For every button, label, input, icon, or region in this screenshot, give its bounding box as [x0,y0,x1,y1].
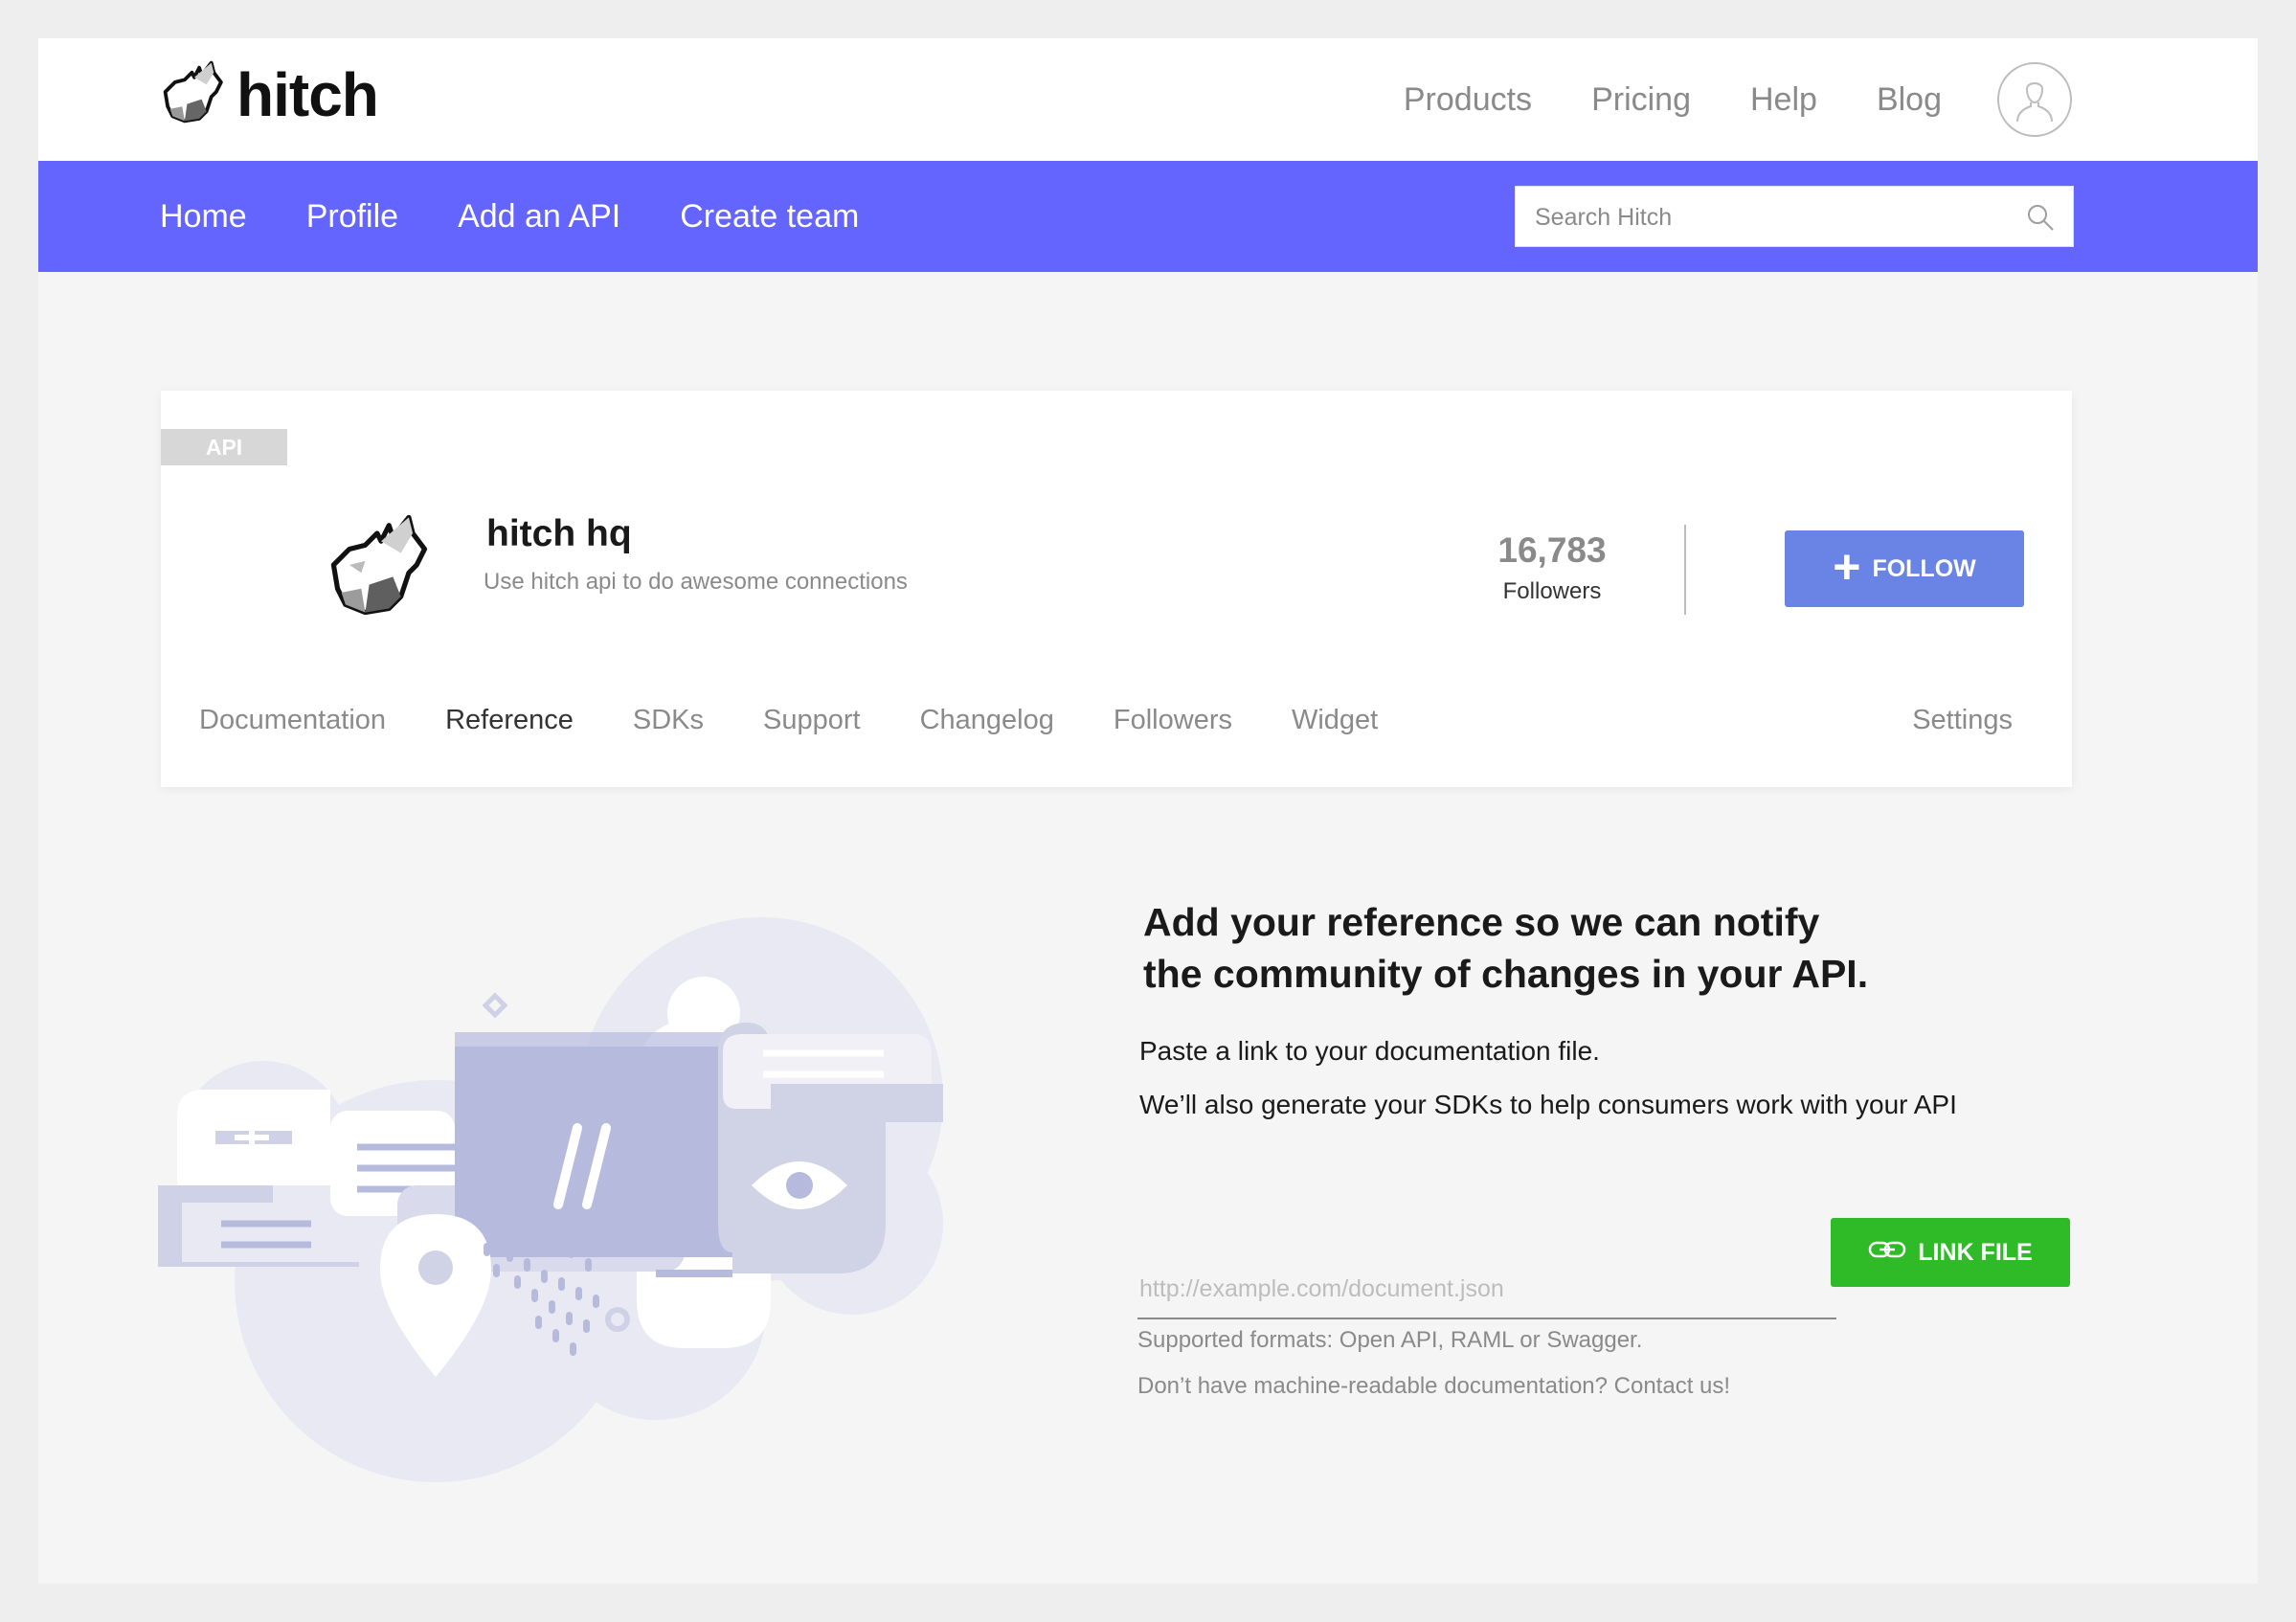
api-logo-icon [322,506,440,629]
contact-us-note[interactable]: Don’t have machine-readable documentatio… [1137,1373,1730,1400]
tab-documentation[interactable]: Documentation [199,705,386,736]
plus-icon: + [1833,540,1861,594]
api-description: Use hitch api to do awesome connections [484,569,908,595]
top-nav-products[interactable]: Products [1404,81,1532,119]
search-input[interactable] [1533,187,2015,248]
supported-formats-note: Supported formats: Open API, RAML or Swa… [1137,1327,1643,1353]
search-icon[interactable] [2025,202,2056,237]
main-nav: Home Profile Add an API Create team [38,161,2258,272]
tab-followers[interactable]: Followers [1114,705,1232,736]
top-nav-blog[interactable]: Blog [1877,81,1942,119]
api-badge: API [161,429,287,465]
tab-changelog[interactable]: Changelog [920,705,1054,736]
top-header: hitch Products Pricing Help Blog [38,38,2258,161]
follow-button-label: FOLLOW [1872,554,1976,582]
page-frame: hitch Products Pricing Help Blog Home Pr… [38,38,2258,1584]
top-nav-help[interactable]: Help [1750,81,1817,119]
reference-heading: Add your reference so we can notify the … [1143,896,1868,1000]
search-box [1515,186,2074,248]
tab-settings[interactable]: Settings [1912,705,2013,736]
api-name: hitch hq [486,513,632,554]
tab-reference[interactable]: Reference [445,705,574,736]
wolf-icon [158,56,231,133]
user-icon [2014,74,2056,126]
tab-sdks[interactable]: SDKs [633,705,704,736]
brand-name: hitch [236,59,379,129]
followers-label: Followers [1502,578,1602,604]
api-tabs: Documentation Reference SDKs Support Cha… [199,705,1437,736]
link-icon [1868,1239,1918,1267]
reference-text-1: Paste a link to your documentation file. [1139,1036,1600,1066]
follow-button[interactable]: + FOLLOW [1785,530,2024,607]
doc-link-input[interactable] [1137,1241,1836,1316]
followers-stat: 16,783 Followers [1463,530,1641,605]
link-file-button-label: LINK FILE [1918,1238,2033,1266]
main-nav-links: Home Profile Add an API Create team [160,161,918,272]
nav-create-team[interactable]: Create team [680,198,859,236]
doc-link-field [1137,1241,1836,1319]
nav-profile[interactable]: Profile [306,198,398,236]
reference-heading-line1: Add your reference so we can notify [1143,900,1820,944]
reference-illustration [158,898,1010,1516]
stat-divider [1684,525,1686,615]
top-nav-pricing[interactable]: Pricing [1591,81,1691,119]
brand-logo[interactable]: hitch [158,56,379,133]
nav-home[interactable]: Home [160,198,247,236]
top-nav: Products Pricing Help Blog [1344,38,2072,161]
tab-support[interactable]: Support [763,705,861,736]
reference-heading-line2: the community of changes in your API. [1143,952,1869,996]
followers-count: 16,783 [1497,530,1607,570]
reference-text-2: We’ll also generate your SDKs to help co… [1139,1090,1957,1119]
link-file-button[interactable]: LINK FILE [1831,1218,2070,1287]
user-avatar[interactable] [1997,62,2072,137]
api-card: API hitch hq Use hitch api to do awesome… [161,391,2072,787]
tab-widget[interactable]: Widget [1292,705,1378,736]
nav-add-api[interactable]: Add an API [458,198,620,236]
